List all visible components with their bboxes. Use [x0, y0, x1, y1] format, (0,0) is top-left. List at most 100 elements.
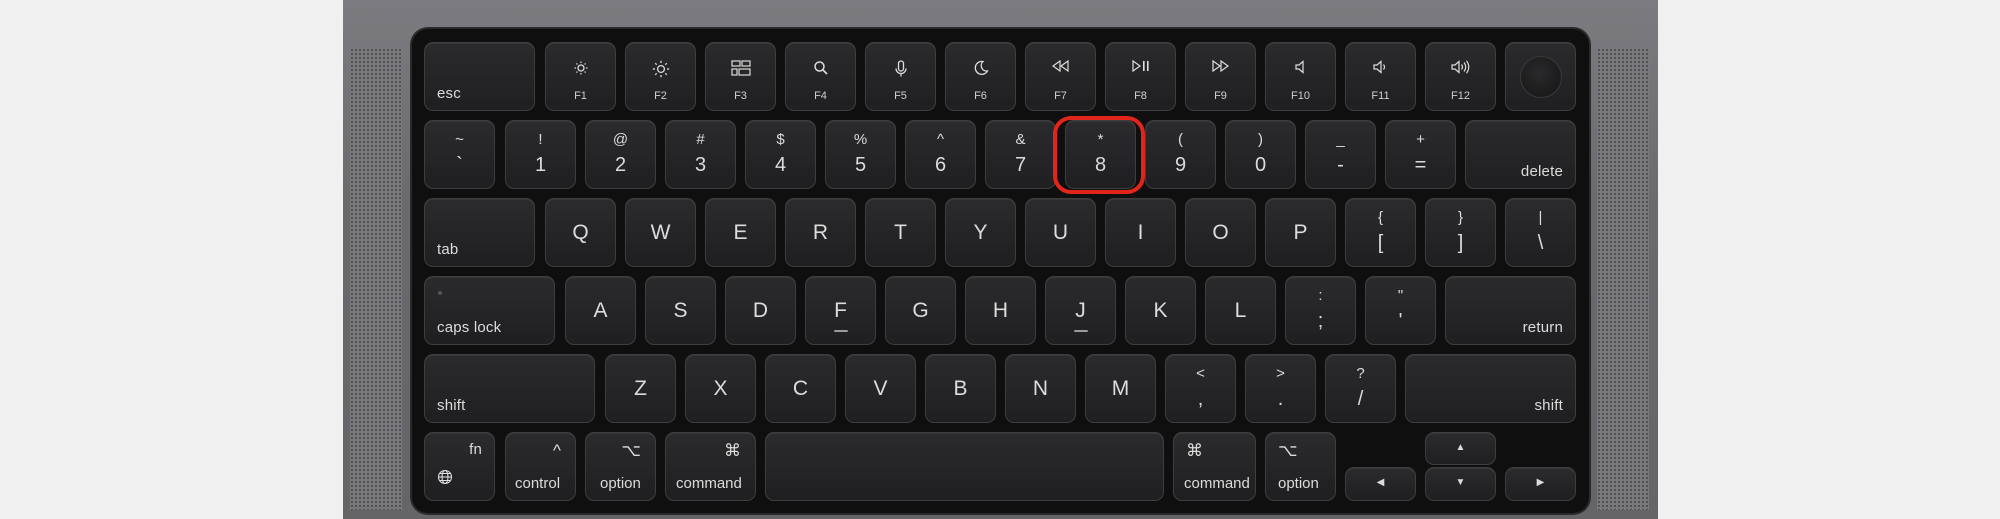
key-y[interactable]: Y	[945, 198, 1016, 267]
key-c[interactable]: C	[765, 354, 836, 423]
key-f1[interactable]: F1	[545, 42, 616, 111]
speaker-grille-right	[1597, 48, 1649, 510]
key-d[interactable]: D	[725, 276, 796, 345]
key-2[interactable]: @ 2	[585, 120, 656, 189]
key-a[interactable]: A	[565, 276, 636, 345]
key-f6[interactable]: F6	[945, 42, 1016, 111]
key-l[interactable]: L	[1205, 276, 1276, 345]
key-letter: D	[752, 298, 769, 322]
key-o[interactable]: O	[1185, 198, 1256, 267]
key-letter: X	[713, 376, 728, 400]
key-j[interactable]: J	[1045, 276, 1116, 345]
key-h[interactable]: H	[965, 276, 1036, 345]
key-caps-lock[interactable]: caps lock	[424, 276, 555, 345]
key-equals[interactable]: + =	[1385, 120, 1456, 189]
key-right-option[interactable]: ⌥ option	[1265, 432, 1336, 501]
mute-icon	[1266, 60, 1335, 78]
key-e[interactable]: E	[705, 198, 776, 267]
key-7[interactable]: & 7	[985, 120, 1056, 189]
key-f4[interactable]: F4	[785, 42, 856, 111]
key-period[interactable]: > .	[1245, 354, 1316, 423]
key-right-bracket[interactable]: } ]	[1425, 198, 1496, 267]
key-return[interactable]: return	[1445, 276, 1576, 345]
brightness-up-icon	[626, 60, 695, 78]
key-m[interactable]: M	[1085, 354, 1156, 423]
do-not-disturb-moon-icon	[946, 60, 1015, 78]
key-1[interactable]: ! 1	[505, 120, 576, 189]
key-f2[interactable]: F2	[625, 42, 696, 111]
caps-lock-indicator-icon	[438, 291, 442, 295]
key-arrow-down[interactable]: ▼	[1425, 467, 1496, 501]
key-z[interactable]: Z	[605, 354, 676, 423]
key-left-command[interactable]: ⌘ command	[665, 432, 756, 501]
key-label: F9	[1214, 90, 1227, 102]
key-4[interactable]: $ 4	[745, 120, 816, 189]
key-f12[interactable]: F12	[1425, 42, 1496, 111]
key-letter: U	[1052, 220, 1069, 244]
key-s[interactable]: S	[645, 276, 716, 345]
key-left-shift[interactable]: shift	[424, 354, 595, 423]
key-0[interactable]: ) 0	[1225, 120, 1296, 189]
key-symbol: -	[1337, 154, 1344, 176]
key-backslash[interactable]: | \	[1505, 198, 1576, 267]
key-g[interactable]: G	[885, 276, 956, 345]
key-left-bracket[interactable]: { [	[1345, 198, 1416, 267]
key-arrow-left[interactable]: ◀	[1345, 467, 1416, 501]
key-label: F5	[894, 90, 907, 102]
key-semicolon[interactable]: : ;	[1285, 276, 1356, 345]
key-left-option[interactable]: ⌥ option	[585, 432, 656, 501]
key-w[interactable]: W	[625, 198, 696, 267]
key-r[interactable]: R	[785, 198, 856, 267]
key-arrow-up[interactable]: ▲	[1425, 432, 1496, 465]
key-3[interactable]: # 3	[665, 120, 736, 189]
key-letter: F	[834, 298, 847, 322]
key-symbol: 0	[1254, 154, 1267, 176]
key-symbol: '	[1398, 310, 1403, 332]
key-b[interactable]: B	[925, 354, 996, 423]
key-grave[interactable]: ~ `	[424, 120, 495, 189]
key-label: F3	[734, 90, 747, 102]
key-quote[interactable]: " '	[1365, 276, 1436, 345]
key-space[interactable]	[765, 432, 1164, 501]
key-esc[interactable]: esc	[424, 42, 535, 111]
key-slash[interactable]: ? /	[1325, 354, 1396, 423]
key-f10[interactable]: F10	[1265, 42, 1336, 111]
key-fn[interactable]: fn	[424, 432, 495, 501]
key-comma[interactable]: < ,	[1165, 354, 1236, 423]
key-arrow-right[interactable]: ▶	[1505, 467, 1576, 501]
key-5[interactable]: % 5	[825, 120, 896, 189]
key-n[interactable]: N	[1005, 354, 1076, 423]
key-minus[interactable]: _ -	[1305, 120, 1376, 189]
key-k[interactable]: K	[1125, 276, 1196, 345]
highlight-ring	[1053, 116, 1145, 194]
key-v[interactable]: V	[845, 354, 916, 423]
key-delete[interactable]: delete	[1465, 120, 1576, 189]
key-f11[interactable]: F11	[1345, 42, 1416, 111]
key-x[interactable]: X	[685, 354, 756, 423]
globe-icon	[437, 469, 453, 490]
touch-id-power-button[interactable]	[1505, 42, 1576, 111]
key-symbol: \	[1537, 232, 1544, 254]
key-letter: P	[1293, 220, 1308, 244]
key-f8[interactable]: F8	[1105, 42, 1176, 111]
key-right-shift[interactable]: shift	[1405, 354, 1576, 423]
key-f9[interactable]: F9	[1185, 42, 1256, 111]
key-q[interactable]: Q	[545, 198, 616, 267]
key-p[interactable]: P	[1265, 198, 1336, 267]
key-i[interactable]: I	[1105, 198, 1176, 267]
key-letter: A	[593, 298, 608, 322]
dictation-microphone-icon	[866, 60, 935, 78]
key-t[interactable]: T	[865, 198, 936, 267]
key-6[interactable]: ^ 6	[905, 120, 976, 189]
key-f7[interactable]: F7	[1025, 42, 1096, 111]
key-u[interactable]: U	[1025, 198, 1096, 267]
key-letter: Y	[973, 220, 988, 244]
key-9[interactable]: ( 9	[1145, 120, 1216, 189]
key-f5[interactable]: F5	[865, 42, 936, 111]
key-left-control[interactable]: ^ control	[505, 432, 576, 501]
key-f3[interactable]: F3	[705, 42, 776, 111]
key-f[interactable]: F	[805, 276, 876, 345]
key-tab[interactable]: tab	[424, 198, 535, 267]
key-right-command[interactable]: ⌘ command	[1173, 432, 1256, 501]
key-shift-symbol: @	[612, 131, 629, 148]
